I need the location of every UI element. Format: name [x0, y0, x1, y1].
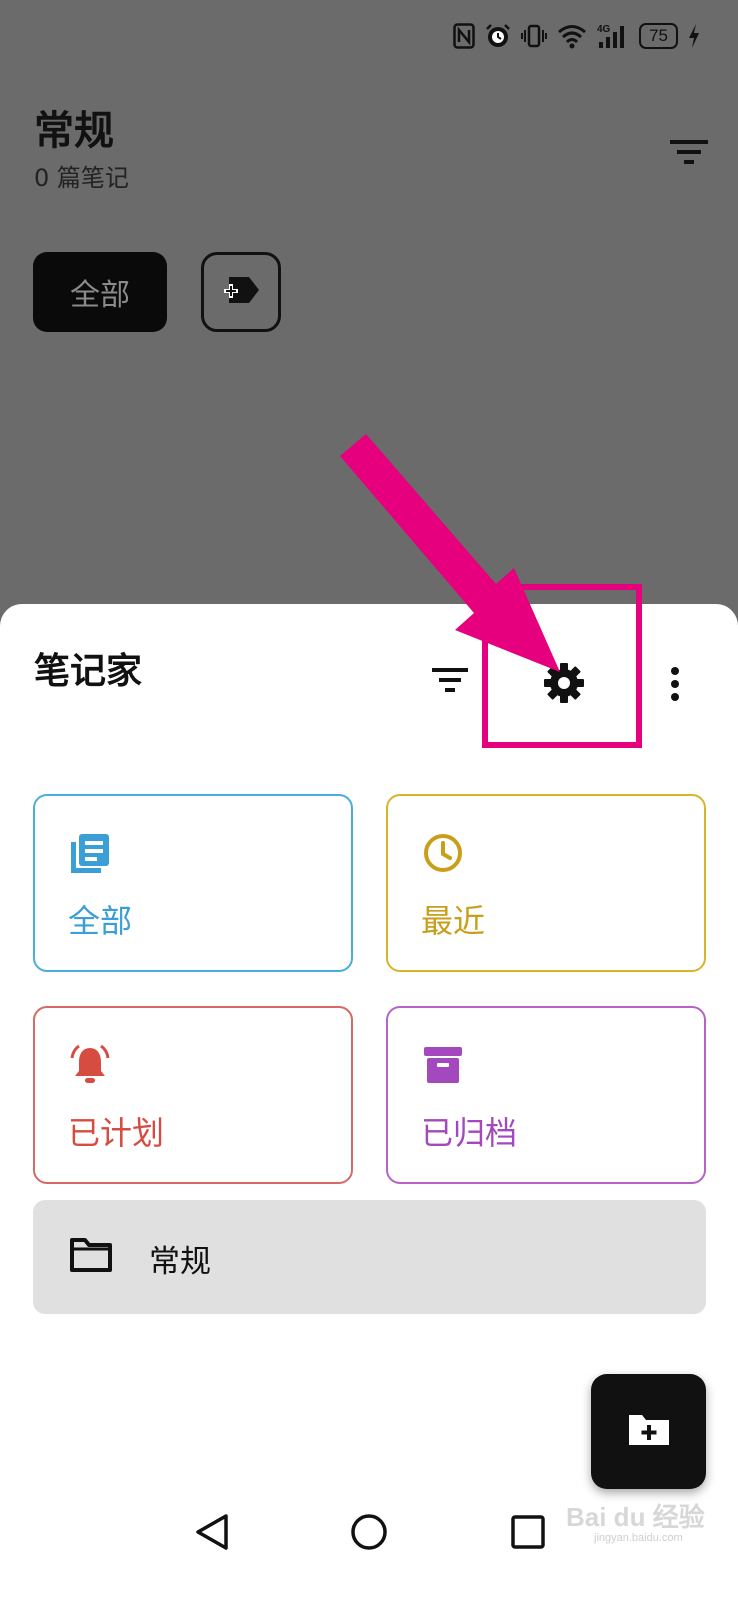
card-scheduled-label: 已计划	[68, 1114, 165, 1152]
card-recent-label: 最近	[421, 902, 486, 940]
bell-icon	[69, 1044, 111, 1090]
add-folder-button[interactable]	[591, 1374, 706, 1489]
home-icon[interactable]	[349, 1512, 389, 1556]
folder-icon	[69, 1236, 113, 1278]
card-recent[interactable]: 最近	[386, 794, 706, 972]
card-all[interactable]: 全部	[33, 794, 353, 972]
card-archived[interactable]: 已归档	[386, 1006, 706, 1184]
card-scheduled[interactable]: 已计划	[33, 1006, 353, 1184]
folder-add-icon	[627, 1412, 671, 1452]
watermark: Bai du 经验	[566, 1502, 705, 1532]
annotation-highlight-box	[482, 584, 642, 748]
card-archived-label: 已归档	[421, 1114, 518, 1152]
clock-icon	[422, 832, 464, 878]
folder-row[interactable]: 常规	[33, 1200, 706, 1314]
folder-label: 常规	[149, 1244, 211, 1280]
card-all-label: 全部	[68, 902, 133, 940]
back-icon[interactable]	[194, 1512, 230, 1556]
watermark-url: jingyan.baidu.com	[594, 1532, 683, 1544]
recents-icon[interactable]	[510, 1514, 546, 1554]
notes-list-icon	[69, 832, 111, 878]
archive-icon	[422, 1044, 464, 1090]
